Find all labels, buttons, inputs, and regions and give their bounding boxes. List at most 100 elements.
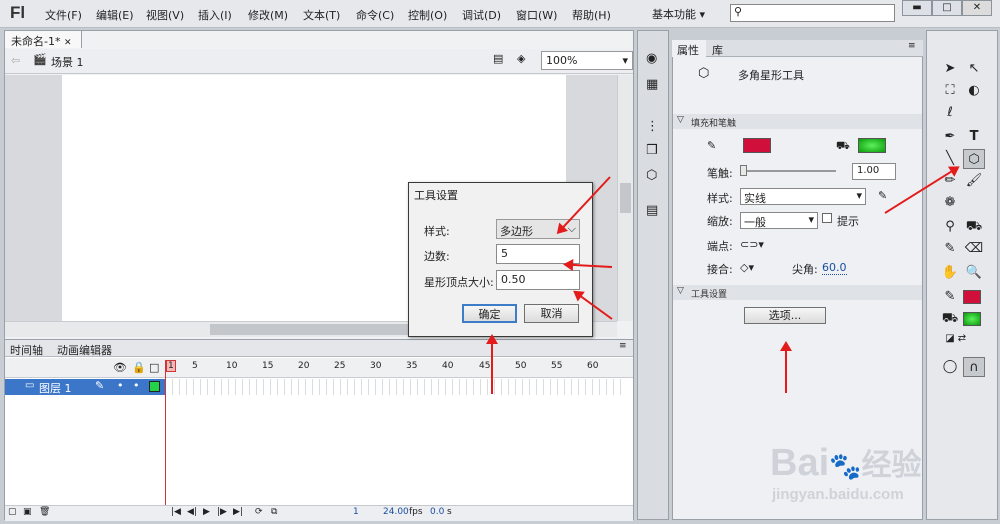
paint-bucket-icon[interactable]: ⛟ <box>963 217 985 237</box>
delete-icon[interactable]: 🗑 <box>39 507 50 517</box>
object-drawing-icon[interactable]: ◯ <box>939 357 961 377</box>
first-frame-icon[interactable]: |◀ <box>171 507 181 517</box>
miter-value[interactable]: 60.0 <box>822 261 847 275</box>
cap-select[interactable]: ⊂⊃▾ <box>740 238 764 251</box>
edit-symbol-icon[interactable]: ◈ <box>517 52 525 65</box>
menu-commands[interactable]: 命令(C) <box>356 7 394 23</box>
selection-tool-icon[interactable]: ➤ <box>939 59 961 79</box>
components-icon[interactable]: ▤ <box>646 203 658 218</box>
star-point-input[interactable]: 0.50 <box>496 270 580 290</box>
menu-file[interactable]: 文件(F) <box>45 7 82 23</box>
loop-icon[interactable]: ⟳ <box>255 507 263 517</box>
stroke-style-select[interactable]: 实线 ▾ <box>740 188 866 205</box>
play-icon[interactable]: ▶ <box>203 507 210 517</box>
brush-tool-icon[interactable]: 🖌 <box>963 171 985 191</box>
tab-motion-editor[interactable]: 动画编辑器 <box>57 342 112 358</box>
workspace-switcher[interactable]: 基本功能 ▾ <box>652 6 705 22</box>
scene-label[interactable]: 场景 1 <box>51 54 84 70</box>
stroke-slider[interactable] <box>740 165 836 176</box>
join-select[interactable]: ◇▾ <box>740 261 754 274</box>
eraser-icon[interactable]: ⌫ <box>963 239 985 259</box>
menu-window[interactable]: 窗口(W) <box>516 7 557 23</box>
new-folder-icon[interactable]: ▣ <box>23 507 32 517</box>
new-layer-icon[interactable]: ▢ <box>8 507 17 517</box>
visible-dot-icon[interactable]: • <box>117 379 124 392</box>
time-value[interactable]: 0.0 <box>430 507 444 517</box>
swap-colors-icon[interactable]: ⇄ <box>951 329 973 349</box>
deco-tool-icon[interactable]: ❁ <box>939 193 961 213</box>
close-icon[interactable]: ✕ <box>64 38 72 48</box>
last-frame-icon[interactable]: ▶| <box>233 507 243 517</box>
ok-button[interactable]: 确定 <box>462 304 517 323</box>
snap-magnet-icon[interactable]: ∩ <box>963 357 985 377</box>
3d-rotation-icon[interactable]: ◐ <box>963 81 985 101</box>
frame-cells[interactable] <box>166 379 624 395</box>
fill-color-swatch[interactable] <box>858 138 886 153</box>
hand-tool-icon[interactable]: ✋ <box>939 263 961 283</box>
prev-frame-icon[interactable]: ◀| <box>187 507 197 517</box>
menu-text[interactable]: 文本(T) <box>303 7 340 23</box>
polystar-tool-icon[interactable]: ⬡ <box>963 149 985 169</box>
search-input[interactable]: ⚲ <box>730 4 895 22</box>
menu-view[interactable]: 视图(V) <box>146 7 184 23</box>
zoom-tool-icon[interactable]: 🔍 <box>963 263 985 283</box>
menu-help[interactable]: 帮助(H) <box>572 7 611 23</box>
stroke-width-input[interactable]: 1.00 <box>852 163 896 180</box>
outline-color-swatch[interactable] <box>149 381 160 392</box>
scroll-thumb[interactable] <box>620 183 631 213</box>
lasso-icon[interactable]: ℓ <box>939 103 961 123</box>
maximize-button[interactable]: □ <box>932 0 962 16</box>
pen-tool-icon[interactable]: ✒ <box>939 127 961 147</box>
lock-dot-icon[interactable]: • <box>133 379 140 392</box>
tab-library[interactable]: 库 <box>712 42 723 58</box>
outline-icon[interactable]: □ <box>149 361 159 374</box>
lock-icon[interactable]: 🔒 <box>132 361 146 374</box>
menu-edit[interactable]: 编辑(E) <box>96 7 134 23</box>
panel-menu-icon[interactable]: ≡ <box>619 341 627 351</box>
stroke-color-swatch[interactable] <box>743 138 771 153</box>
layer-name[interactable]: 图层 1 <box>39 380 72 396</box>
back-arrow-icon[interactable]: ⇦ <box>11 54 20 67</box>
minimize-button[interactable]: ▬ <box>902 0 932 16</box>
hint-checkbox[interactable] <box>822 213 832 223</box>
document-tab[interactable]: 未命名-1* ✕ <box>4 30 82 48</box>
section-tool-settings[interactable]: ▽ 工具设置 <box>673 285 922 300</box>
cancel-button[interactable]: 取消 <box>524 304 579 323</box>
subselection-tool-icon[interactable]: ↖ <box>963 59 985 79</box>
next-frame-icon[interactable]: |▶ <box>217 507 227 517</box>
options-button[interactable]: 选项... <box>744 307 826 324</box>
bone-tool-icon[interactable]: ⚲ <box>939 217 961 237</box>
scroll-thumb[interactable] <box>210 324 410 335</box>
eye-icon[interactable]: 👁 <box>113 361 127 374</box>
edit-style-pencil-icon[interactable]: ✎ <box>878 189 887 202</box>
layer-row[interactable]: ▭ 图层 1 ✎ • • <box>5 379 165 395</box>
swatches-icon[interactable]: ▦ <box>646 77 658 92</box>
edit-scene-icon[interactable]: ▤ <box>493 52 503 65</box>
frame-ruler[interactable]: 1 5 10 15 20 25 30 35 40 45 50 55 60 <box>166 358 626 376</box>
transform-icon[interactable]: ⬡ <box>646 168 657 183</box>
onion-skin-icon[interactable]: ⧉ <box>271 507 277 517</box>
playhead[interactable] <box>165 360 166 505</box>
panel-menu-icon[interactable]: ≡ <box>908 41 916 51</box>
free-transform-icon[interactable]: ⛶ <box>939 81 961 101</box>
slider-thumb[interactable] <box>740 165 747 176</box>
menu-control[interactable]: 控制(O) <box>408 7 447 23</box>
color-icon[interactable]: ◉ <box>646 51 657 66</box>
eyedropper-icon[interactable]: ✎ <box>939 239 961 259</box>
menu-insert[interactable]: 插入(I) <box>198 7 232 23</box>
current-frame[interactable]: 1 <box>353 507 359 517</box>
menu-debug[interactable]: 调试(D) <box>462 7 501 23</box>
vertical-scrollbar[interactable] <box>617 75 633 321</box>
text-tool-icon[interactable]: T <box>963 127 985 147</box>
align-icon[interactable]: ⋮ <box>646 119 659 134</box>
info-icon[interactable]: ❒ <box>646 143 658 158</box>
fps-value[interactable]: 24.00 <box>383 507 409 517</box>
toolbox-stroke-swatch[interactable] <box>963 290 981 304</box>
tab-timeline[interactable]: 时间轴 <box>10 342 43 358</box>
tab-properties[interactable]: 属性 <box>672 40 706 57</box>
scale-select[interactable]: 一般 ▾ <box>740 212 818 229</box>
section-fill-stroke[interactable]: ▽ 填充和笔触 <box>673 114 922 129</box>
zoom-select[interactable]: 100% ▾ <box>541 51 633 70</box>
toolbox-fill-swatch[interactable] <box>963 312 981 326</box>
close-button[interactable]: ✕ <box>962 0 992 16</box>
